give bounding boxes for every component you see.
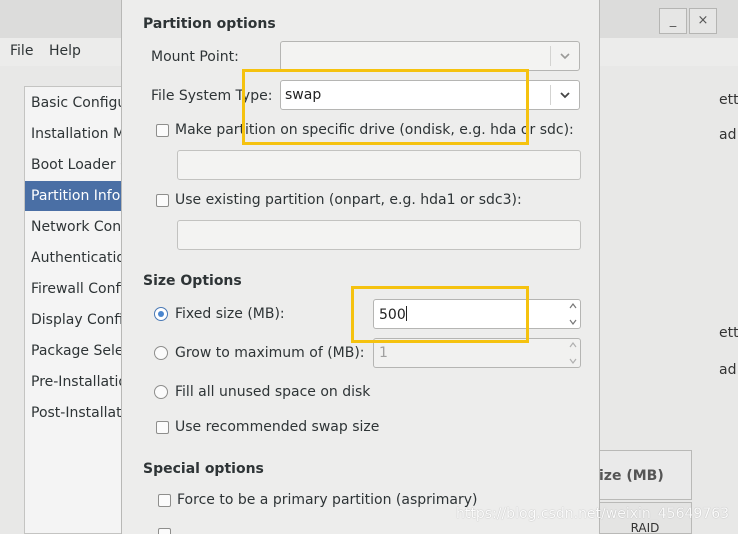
spin-buttons[interactable] — [566, 339, 580, 367]
sidebar-item-basic[interactable]: Basic Configu — [31, 95, 126, 111]
chevron-down-icon — [560, 92, 570, 99]
partition-options-heading: Partition options — [143, 16, 276, 32]
sidebar-item-bootloader[interactable]: Boot Loader O — [31, 157, 131, 173]
sidebar-item-package[interactable]: Package Selec — [31, 343, 131, 359]
right-fragment: ett — [719, 92, 738, 108]
sidebar-item-preinstall[interactable]: Pre-Installatio — [31, 374, 127, 390]
menu-file[interactable]: File — [10, 43, 33, 59]
existing-partition-input[interactable] — [177, 220, 581, 250]
close-button[interactable]: × — [689, 8, 717, 34]
mount-point-label: Mount Point: — [151, 49, 239, 65]
chevron-down-icon[interactable] — [568, 316, 578, 328]
right-fragment: ad — [719, 127, 737, 143]
grow-label: Grow to maximum of (MB): — [175, 345, 365, 361]
special-options-heading: Special options — [143, 461, 264, 477]
specific-drive-input[interactable] — [177, 150, 581, 180]
watermark: https://blog.csdn.net/weixin_45649763 — [456, 506, 730, 522]
chevron-up-icon[interactable] — [568, 300, 578, 312]
existing-partition-checkbox[interactable] — [156, 194, 169, 207]
primary-partition-checkbox[interactable] — [158, 494, 171, 507]
grow-value: 1 — [379, 345, 388, 361]
sidebar-item-postinstall[interactable]: Post-Installati — [31, 405, 125, 421]
minimize-button[interactable]: _ — [659, 8, 687, 34]
chevron-down-icon — [560, 53, 570, 60]
highlight-box-fs-type — [242, 69, 529, 145]
chevron-up-icon[interactable] — [568, 339, 578, 351]
sidebar-item-display[interactable]: Display Config — [31, 312, 132, 328]
spin-buttons[interactable] — [566, 300, 580, 328]
sidebar-item-network[interactable]: Network Conf — [31, 219, 126, 235]
right-fragment: ett — [719, 325, 738, 341]
size-column-header: ize (MB) — [598, 450, 692, 500]
highlight-box-fixed-size — [351, 286, 529, 343]
fill-space-radio[interactable] — [154, 385, 168, 399]
existing-partition-label: Use existing partition (onpart, e.g. hda… — [175, 192, 522, 208]
right-fragment: ad — [719, 362, 737, 378]
format-partition-checkbox[interactable] — [158, 528, 171, 534]
grow-radio[interactable] — [154, 346, 168, 360]
chevron-down-icon[interactable] — [568, 355, 578, 367]
primary-partition-label: Force to be a primary partition (asprima… — [177, 492, 478, 508]
recommended-swap-checkbox[interactable] — [156, 421, 169, 434]
recommended-swap-label: Use recommended swap size — [175, 419, 380, 435]
sidebar-item-authentication[interactable]: Authenticatio — [31, 250, 125, 266]
sidebar-item-installation[interactable]: Installation M — [31, 126, 125, 142]
fixed-size-label: Fixed size (MB): — [175, 306, 285, 322]
sidebar: Basic Configu Installation M Boot Loader… — [24, 86, 135, 534]
specific-drive-checkbox[interactable] — [156, 124, 169, 137]
size-options-heading: Size Options — [143, 273, 242, 289]
fill-space-label: Fill all unused space on disk — [175, 384, 371, 400]
fixed-size-radio[interactable] — [154, 307, 168, 321]
sidebar-item-partition[interactable]: Partition Infor — [25, 181, 135, 211]
menu-help[interactable]: Help — [49, 43, 81, 59]
sidebar-item-firewall[interactable]: Firewall Confi — [31, 281, 124, 297]
mount-point-combo[interactable] — [280, 41, 580, 71]
